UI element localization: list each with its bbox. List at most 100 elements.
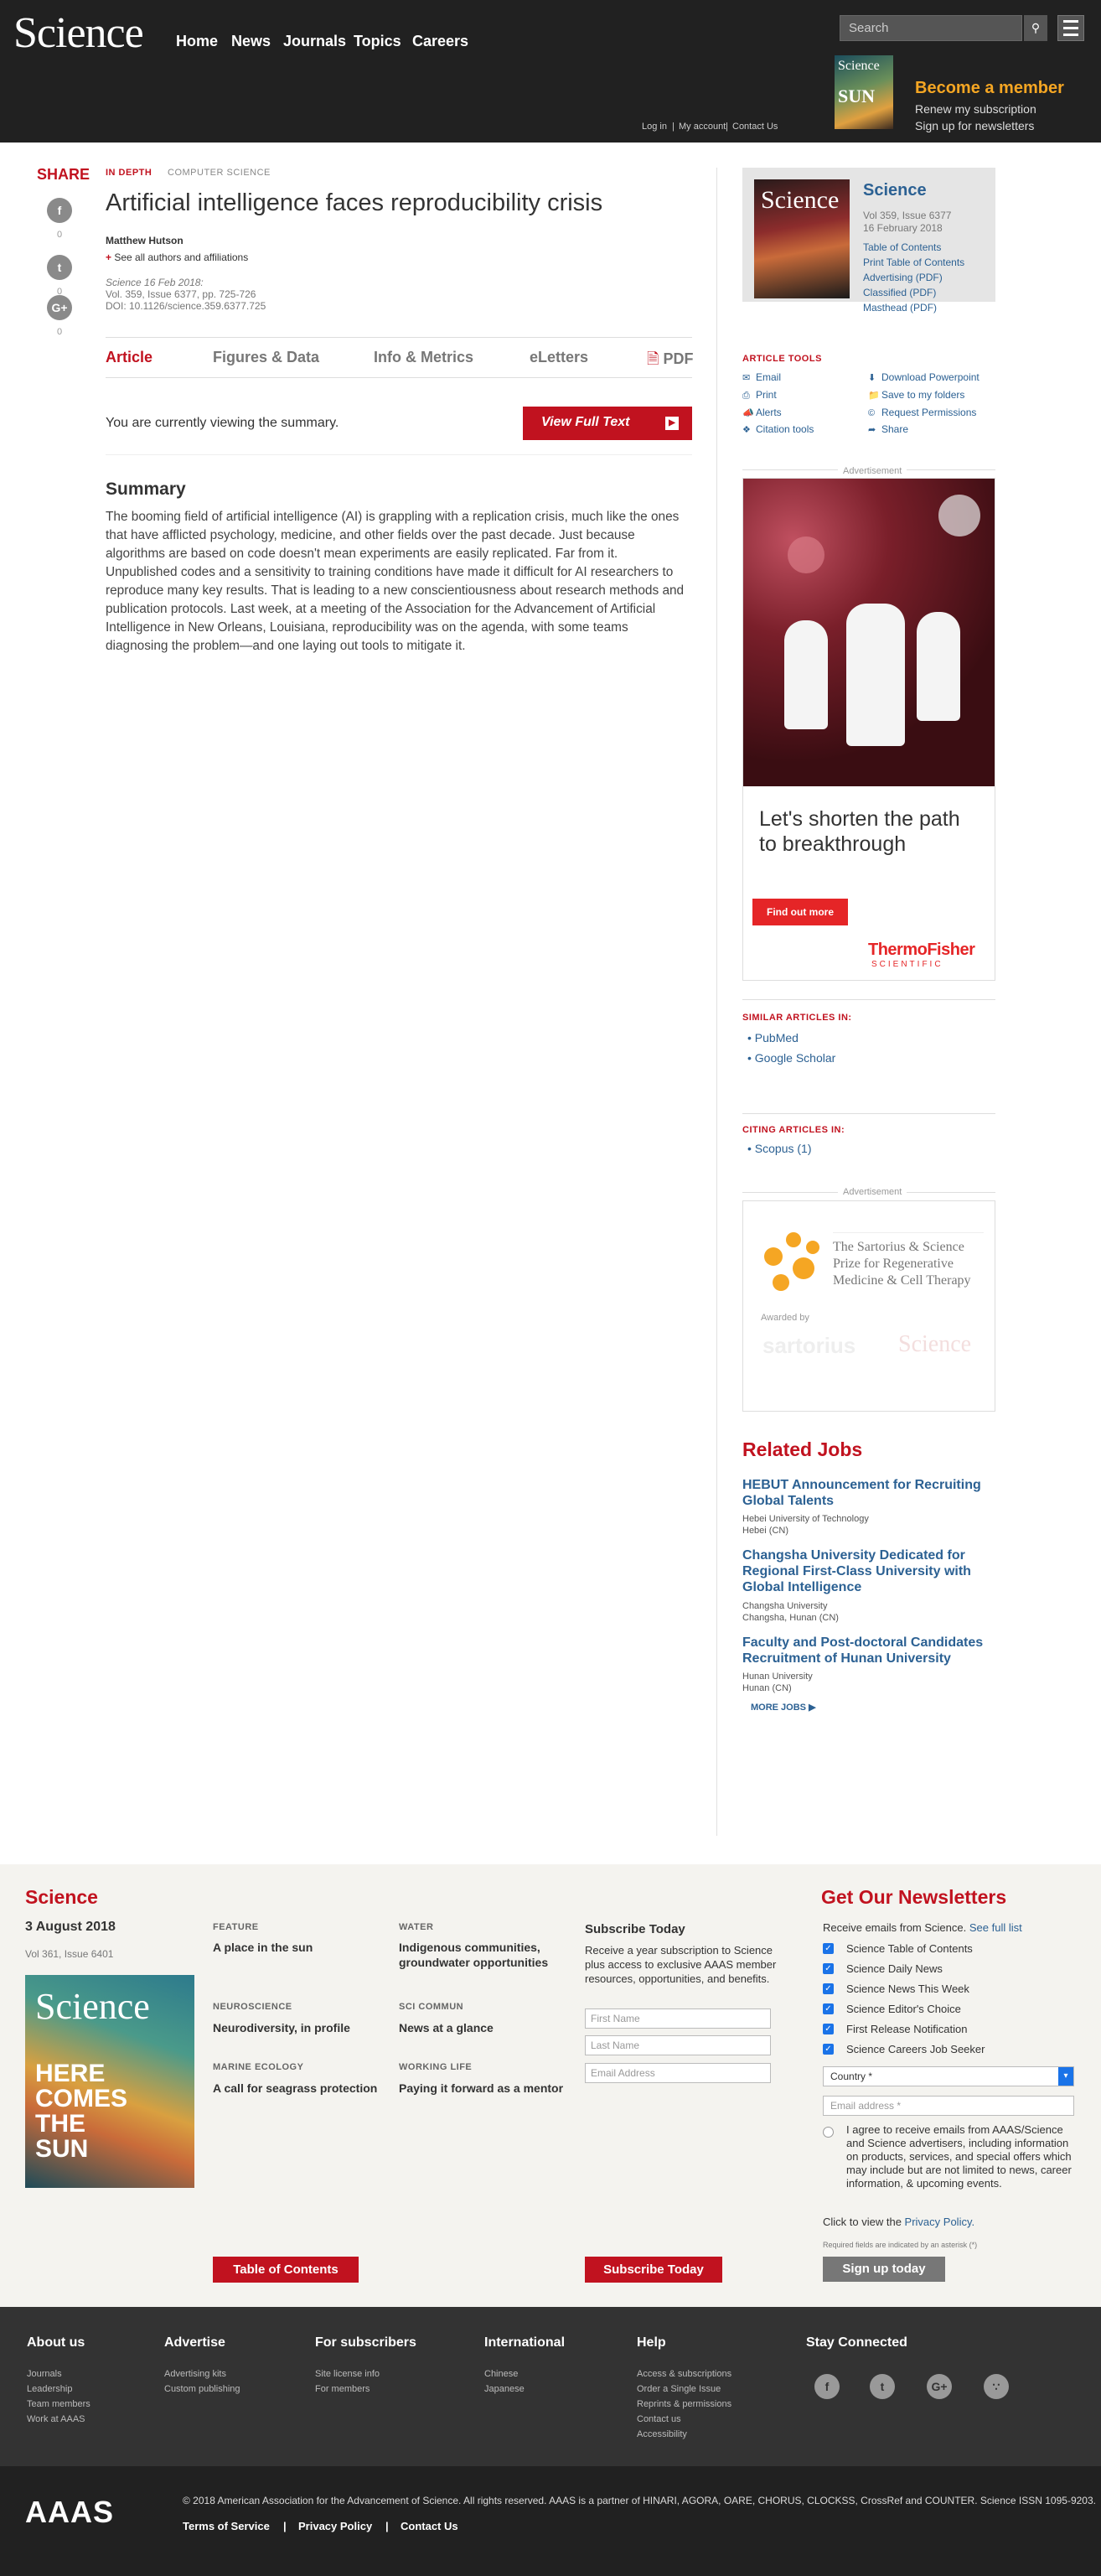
nav-news[interactable]: News — [231, 33, 271, 50]
alerts-tool[interactable]: 📣 Alerts — [742, 407, 782, 418]
table-of-contents-link[interactable]: Table of Contents — [863, 241, 941, 253]
footer-link[interactable]: Team members — [27, 2399, 90, 2409]
print-tool[interactable]: ⎙ Print — [742, 389, 777, 402]
agree-checkbox[interactable] — [823, 2127, 834, 2138]
find-out-more-button[interactable]: Find out more — [752, 899, 848, 925]
request-permissions-tool[interactable]: © Request Permissions — [868, 407, 976, 418]
feature-headline[interactable]: Indigenous communities, groundwater oppo… — [399, 1940, 566, 1970]
first-name-input[interactable]: First Name — [585, 2008, 771, 2029]
more-jobs-link[interactable]: MORE JOBS ▶ — [751, 1702, 816, 1713]
menu-icon[interactable] — [1057, 15, 1084, 41]
renew-subscription-link[interactable]: Renew my subscription — [915, 102, 1036, 116]
tab-eletters[interactable]: eLetters — [530, 349, 588, 366]
issue-cover-image[interactable]: Science — [754, 179, 850, 298]
footer-link[interactable]: Access & subscriptions — [637, 2369, 731, 2379]
footer-link[interactable]: Advertising kits — [164, 2369, 226, 2379]
article-author[interactable]: Matthew Hutson — [106, 235, 184, 246]
facebook-icon[interactable]: f — [814, 2374, 840, 2399]
tab-article[interactable]: Article — [106, 349, 152, 366]
tab-pdf[interactable]: 🗎 PDF — [647, 349, 694, 374]
citation-doi[interactable]: DOI: 10.1126/science.359.6377.725 — [106, 300, 266, 312]
become-member-link[interactable]: Become a member — [915, 79, 1064, 98]
newsletter-signup-link[interactable]: Sign up for newsletters — [915, 119, 1034, 132]
job-title-2[interactable]: Changsha University Dedicated for Region… — [742, 1547, 994, 1595]
newsletter-checkbox[interactable]: ✓ — [823, 2003, 834, 2014]
affiliations-toggle[interactable]: + See all authors and affiliations — [106, 251, 248, 263]
job-title-1[interactable]: HEBUT Announcement for Recruiting Global… — [742, 1477, 994, 1509]
login-link[interactable]: Log in — [642, 122, 667, 132]
email-tool[interactable]: ✉ Email — [742, 371, 781, 383]
search-icon[interactable]: ⚲ — [1024, 15, 1047, 41]
masthead-pdf-link[interactable]: Masthead (PDF) — [863, 302, 937, 314]
contact-link[interactable]: Contact Us — [732, 122, 778, 132]
feature-headline[interactable]: Paying it forward as a mentor — [399, 2081, 566, 2096]
scopus-link[interactable]: • Scopus (1) — [747, 1142, 812, 1155]
footer-link[interactable]: Contact us — [637, 2414, 681, 2424]
last-name-input[interactable]: Last Name — [585, 2035, 771, 2055]
footer-link[interactable]: Custom publishing — [164, 2384, 240, 2394]
feature-headline[interactable]: News at a glance — [399, 2020, 566, 2035]
footer-link[interactable]: Japanese — [484, 2384, 525, 2394]
footer-link[interactable]: Chinese — [484, 2369, 518, 2379]
download-powerpoint-tool[interactable]: ⬇ Download Powerpoint — [868, 371, 980, 383]
newsletter-checkbox[interactable]: ✓ — [823, 2044, 834, 2055]
classified-pdf-link[interactable]: Classified (PDF) — [863, 287, 936, 298]
aaas-logo[interactable]: AAAS — [25, 2495, 114, 2530]
save-folder-tool[interactable]: 📁 Save to my folders — [868, 389, 964, 401]
tab-figures-data[interactable]: Figures & Data — [213, 349, 319, 366]
nav-careers[interactable]: Careers — [412, 33, 468, 50]
privacy-policy-link[interactable]: Privacy Policy. — [905, 2216, 975, 2228]
google-scholar-link[interactable]: • Google Scholar — [747, 1051, 835, 1065]
subscribe-button[interactable]: Subscribe Today — [585, 2257, 722, 2283]
country-select[interactable]: Country * ▾ — [823, 2066, 1074, 2086]
citation-tools-tool[interactable]: ❖ Citation tools — [742, 423, 814, 435]
footer-link[interactable]: For members — [315, 2384, 370, 2394]
article-section[interactable]: COMPUTER SCIENCE — [168, 168, 271, 178]
my-account-link[interactable]: My account — [679, 122, 726, 132]
nav-topics[interactable]: Topics — [354, 33, 401, 50]
newsletter-checkbox[interactable]: ✓ — [823, 1943, 834, 1954]
footer-cover-image[interactable]: Science HERE COMES THE SUN — [25, 1975, 194, 2188]
nav-home[interactable]: Home — [176, 33, 218, 50]
print-toc-link[interactable]: Print Table of Contents — [863, 257, 964, 268]
rss-icon[interactable]: ∵ — [984, 2374, 1009, 2399]
promo-cover-image[interactable]: Science SUN — [835, 55, 893, 129]
newsletter-checkbox[interactable]: ✓ — [823, 1963, 834, 1974]
google-plus-icon[interactable]: G+ — [927, 2374, 952, 2399]
issue-journal-title[interactable]: Science — [863, 181, 927, 200]
footer-link[interactable]: Journals — [27, 2369, 62, 2379]
terms-link[interactable]: Terms of Service — [183, 2520, 270, 2532]
newsletter-email-input[interactable]: Email address * — [823, 2096, 1074, 2116]
footer-link[interactable]: Reprints & permissions — [637, 2399, 731, 2409]
footer-link[interactable]: Order a Single Issue — [637, 2384, 721, 2394]
article-kicker[interactable]: IN DEPTH — [106, 168, 152, 178]
newsletter-checkbox[interactable]: ✓ — [823, 1983, 834, 1994]
job-title-3[interactable]: Faculty and Post-doctoral Candidates Rec… — [742, 1635, 994, 1666]
facebook-icon[interactable]: f — [47, 198, 72, 223]
pubmed-link[interactable]: • PubMed — [747, 1031, 799, 1044]
footer-toc-button[interactable]: Table of Contents — [213, 2257, 359, 2283]
footer-link[interactable]: Site license info — [315, 2369, 380, 2379]
nav-journals[interactable]: Journals — [283, 33, 346, 50]
twitter-icon[interactable]: t — [870, 2374, 895, 2399]
footer-link[interactable]: Leadership — [27, 2384, 72, 2394]
contact-us-link[interactable]: Contact Us — [401, 2520, 458, 2532]
search-input[interactable]: Search — [840, 15, 1022, 41]
twitter-icon[interactable]: t — [47, 255, 72, 280]
advertising-pdf-link[interactable]: Advertising (PDF) — [863, 272, 943, 283]
tab-info-metrics[interactable]: Info & Metrics — [374, 349, 473, 366]
feature-headline[interactable]: A call for seagrass protection — [213, 2081, 380, 2096]
newsletter-checkbox[interactable]: ✓ — [823, 2024, 834, 2034]
sign-up-button[interactable]: Sign up today — [823, 2257, 945, 2282]
footer-link[interactable]: Accessibility — [637, 2429, 687, 2439]
feature-headline[interactable]: Neurodiversity, in profile — [213, 2020, 380, 2035]
feature-headline[interactable]: A place in the sun — [213, 1940, 380, 1955]
share-tool[interactable]: ➦ Share — [868, 423, 908, 435]
footer-link[interactable]: Work at AAAS — [27, 2414, 85, 2424]
view-full-text-button[interactable]: ▶ View Full Text — [523, 407, 692, 440]
privacy-link[interactable]: Privacy Policy — [298, 2520, 372, 2532]
google-plus-icon[interactable]: G+ — [47, 295, 72, 320]
see-full-list-link[interactable]: See full list — [969, 1921, 1022, 1934]
science-logo[interactable]: Science — [13, 8, 144, 58]
email-address-input[interactable]: Email Address — [585, 2063, 771, 2083]
